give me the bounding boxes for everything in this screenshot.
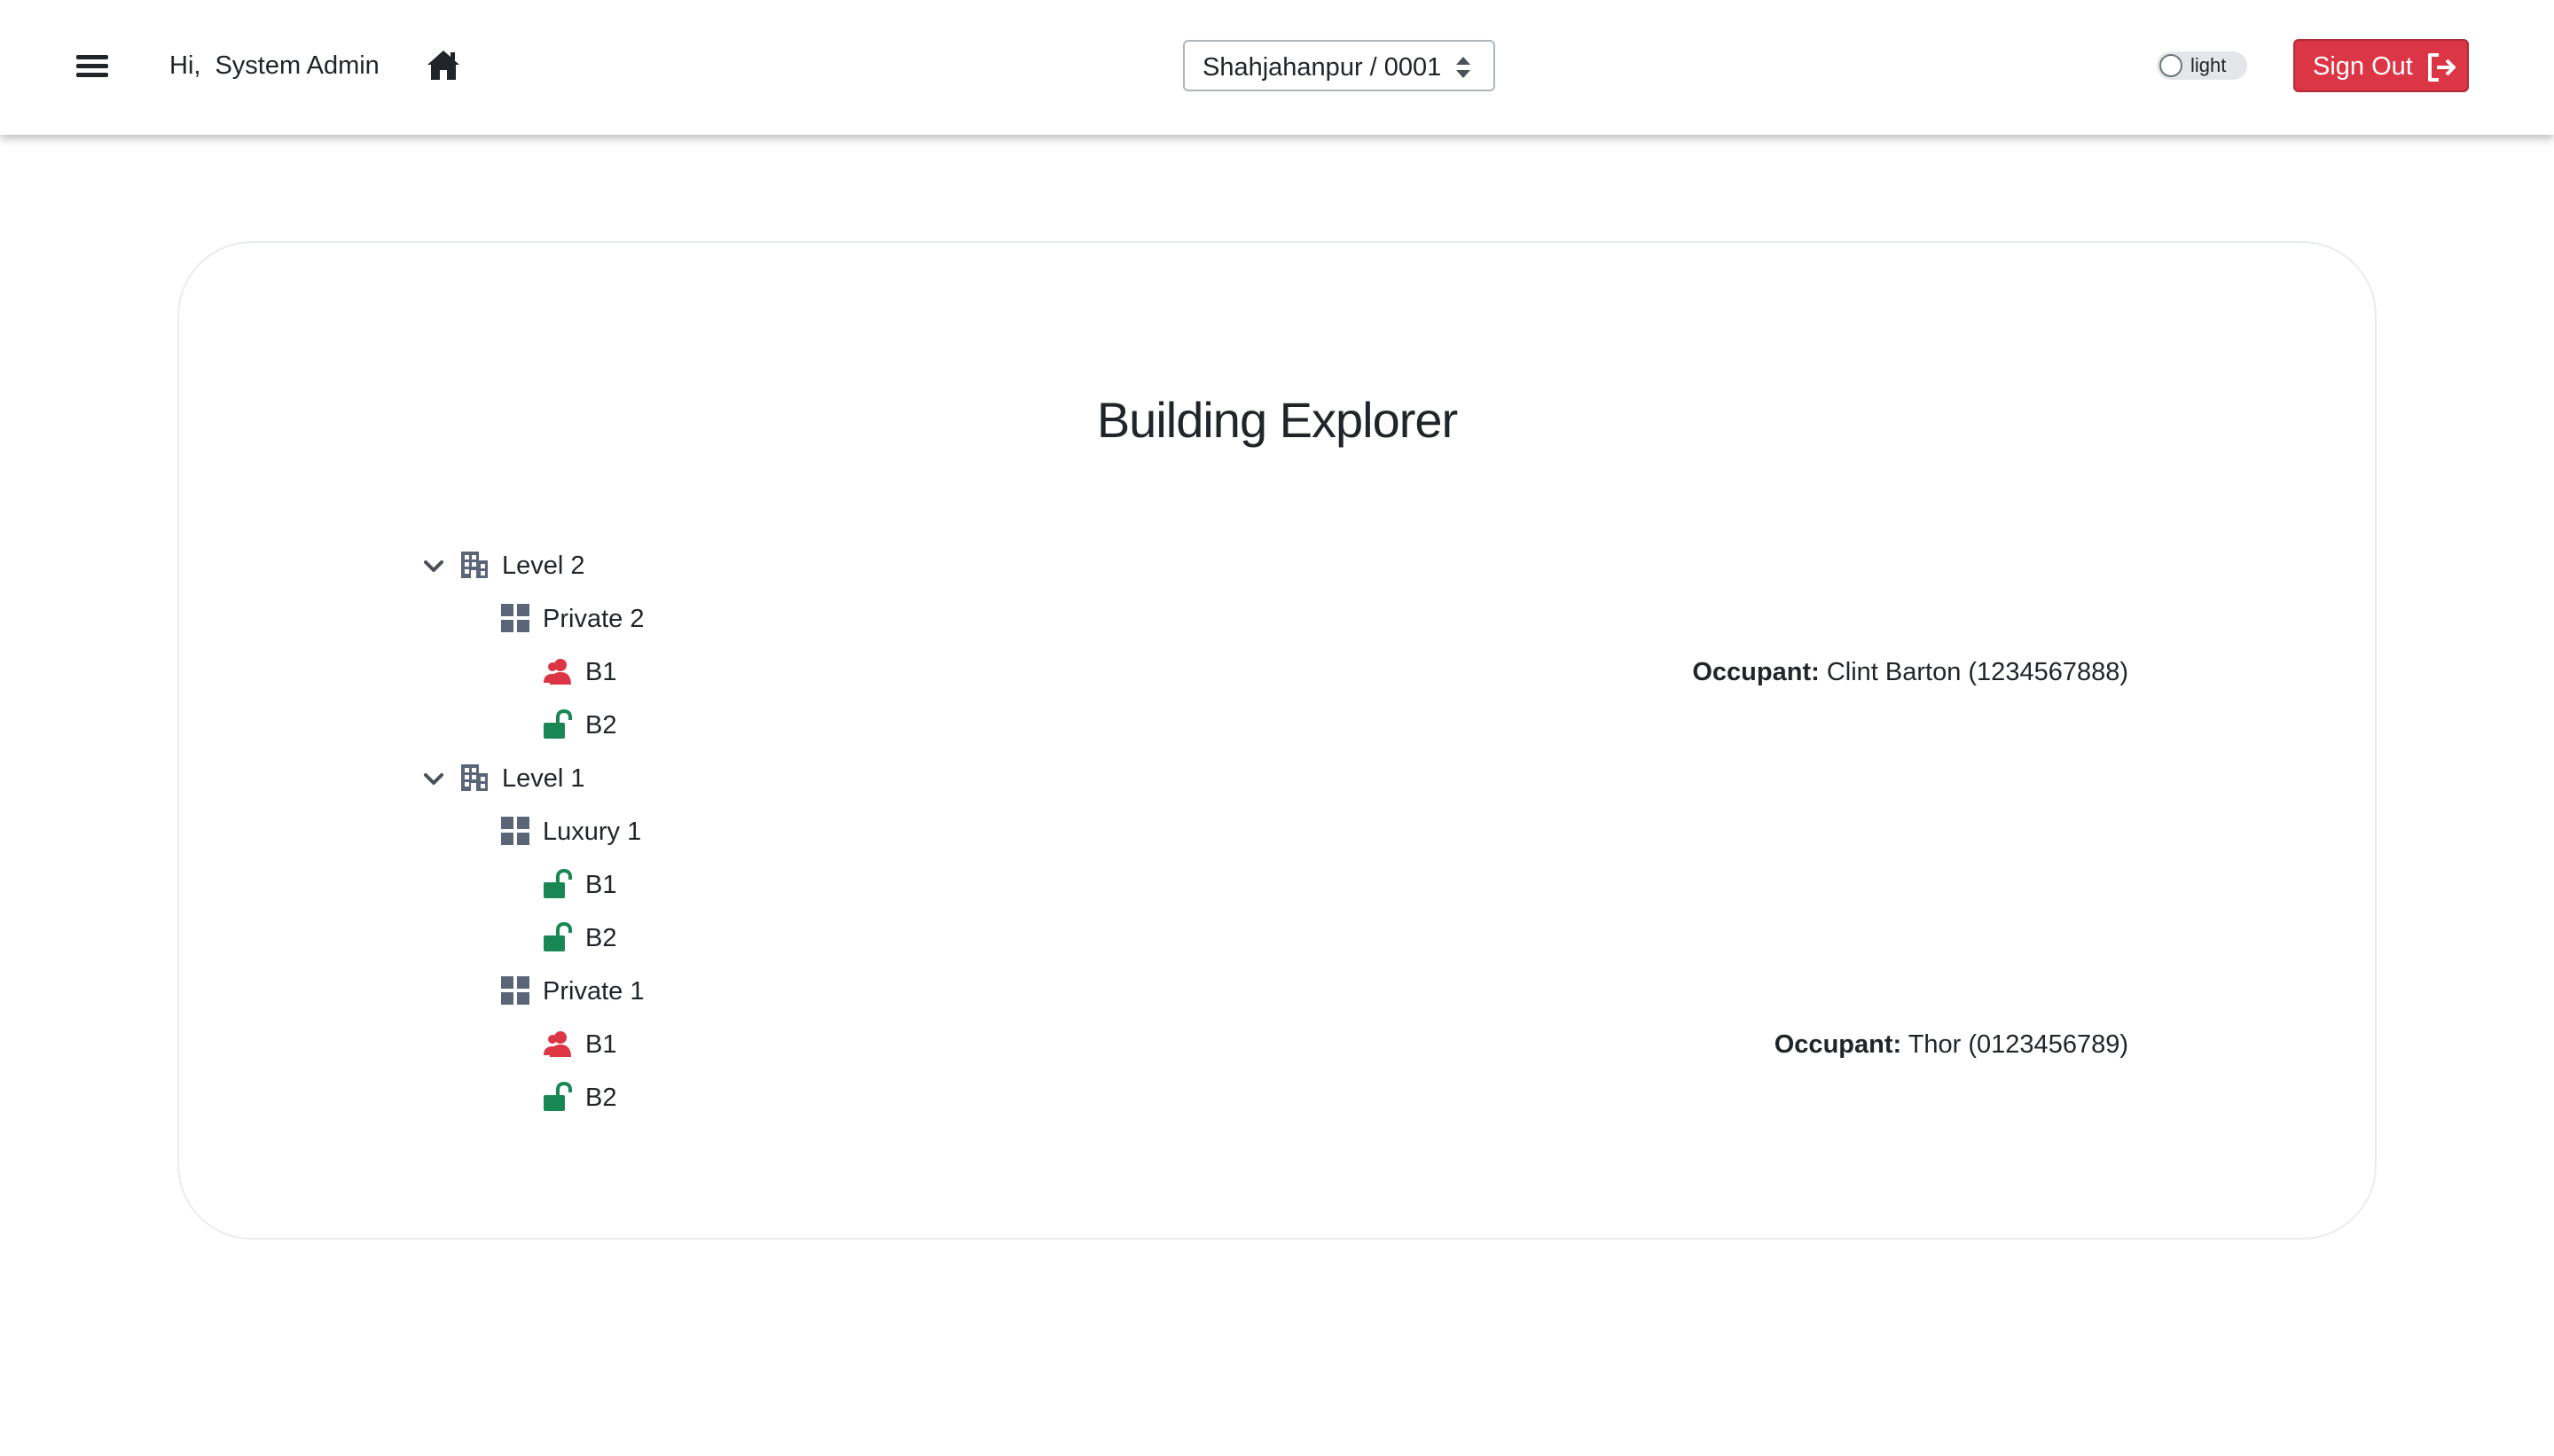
grid-icon <box>500 816 530 846</box>
tree-node-label: B2 <box>585 711 617 740</box>
building-icon <box>459 550 490 580</box>
tree-node-label: B2 <box>585 924 617 952</box>
building-icon <box>459 763 490 793</box>
tree-node-bed-available[interactable]: B2 <box>543 702 809 752</box>
tree-node-label: Level 1 <box>502 764 585 793</box>
grid-icon <box>500 603 530 633</box>
occupant-info: Occupant: Clint Barton (1234567888) <box>1692 656 2128 688</box>
sign-out-label: Sign Out <box>2313 52 2413 81</box>
tree-node-private-2[interactable]: Private 2 <box>500 596 766 646</box>
user-name: System Admin <box>215 51 380 80</box>
occupant-name: Clint Barton (1234567888) <box>1826 658 2128 686</box>
chevron-down-icon[interactable] <box>422 770 445 789</box>
occupant-info: Occupant: Thor (0123456789) <box>1774 1029 2128 1061</box>
site-selector[interactable]: Shahjahanpur / 0001 <box>1183 40 1495 91</box>
tree-node-bed-available[interactable]: B2 <box>543 1075 809 1124</box>
tree-node-label: Level 2 <box>502 552 585 580</box>
tree-node-label: B2 <box>585 1084 617 1112</box>
toggle-knob <box>2159 54 2182 77</box>
tree-node-label: Private 2 <box>543 605 645 633</box>
home-icon[interactable] <box>426 48 461 82</box>
building-tree: Level 2 Private 2 B1 Occupant: Clint Bar… <box>179 243 2375 1238</box>
tree-node-label: B1 <box>585 658 617 686</box>
unlock-icon <box>543 708 573 740</box>
tree-node-bed-occupied[interactable]: B1 <box>543 1022 809 1071</box>
unlock-icon <box>543 868 573 899</box>
occupant-prefix: Occupant: <box>1692 658 1820 686</box>
tree-node-label: B1 <box>585 1030 617 1059</box>
unlock-icon <box>543 1081 573 1112</box>
user-greeting: Hi, System Admin <box>169 50 380 82</box>
theme-toggle[interactable]: light <box>2157 51 2247 80</box>
site-selector-value: Shahjahanpur / 0001 <box>1203 53 1442 82</box>
tree-node-label: B1 <box>585 871 617 899</box>
sign-out-icon <box>2426 52 2458 82</box>
grid-icon <box>500 975 530 1006</box>
user-occupied-icon <box>543 1029 573 1059</box>
tree-node-bed-occupied[interactable]: B1 <box>543 649 809 699</box>
chevron-down-icon[interactable] <box>422 557 445 576</box>
occupant-prefix: Occupant: <box>1774 1030 1902 1059</box>
greeting-label: Hi, <box>169 51 201 80</box>
theme-toggle-label: light <box>2190 54 2227 76</box>
menu-icon[interactable] <box>76 53 108 80</box>
tree-node-level-1[interactable]: Level 1 <box>422 755 688 805</box>
tree-node-level-2[interactable]: Level 2 <box>422 543 688 592</box>
building-explorer-card: Building Explorer Level 2 Private 2 B1 O… <box>177 241 2377 1240</box>
tree-node-label: Private 1 <box>543 977 645 1006</box>
tree-node-private-1[interactable]: Private 1 <box>500 968 766 1018</box>
sort-arrows-icon <box>1454 55 1472 80</box>
top-navbar: Hi, System Admin Shahjahanpur / 0001 ligh… <box>0 0 2554 135</box>
tree-node-label: Luxury 1 <box>543 818 642 846</box>
user-occupied-icon <box>543 656 573 686</box>
unlock-icon <box>543 921 573 952</box>
tree-node-bed-available[interactable]: B1 <box>543 862 809 912</box>
occupant-name: Thor (0123456789) <box>1908 1030 2128 1059</box>
tree-node-bed-available[interactable]: B2 <box>543 915 809 965</box>
tree-node-luxury-1[interactable]: Luxury 1 <box>500 809 766 858</box>
sign-out-button[interactable]: Sign Out <box>2293 39 2469 92</box>
